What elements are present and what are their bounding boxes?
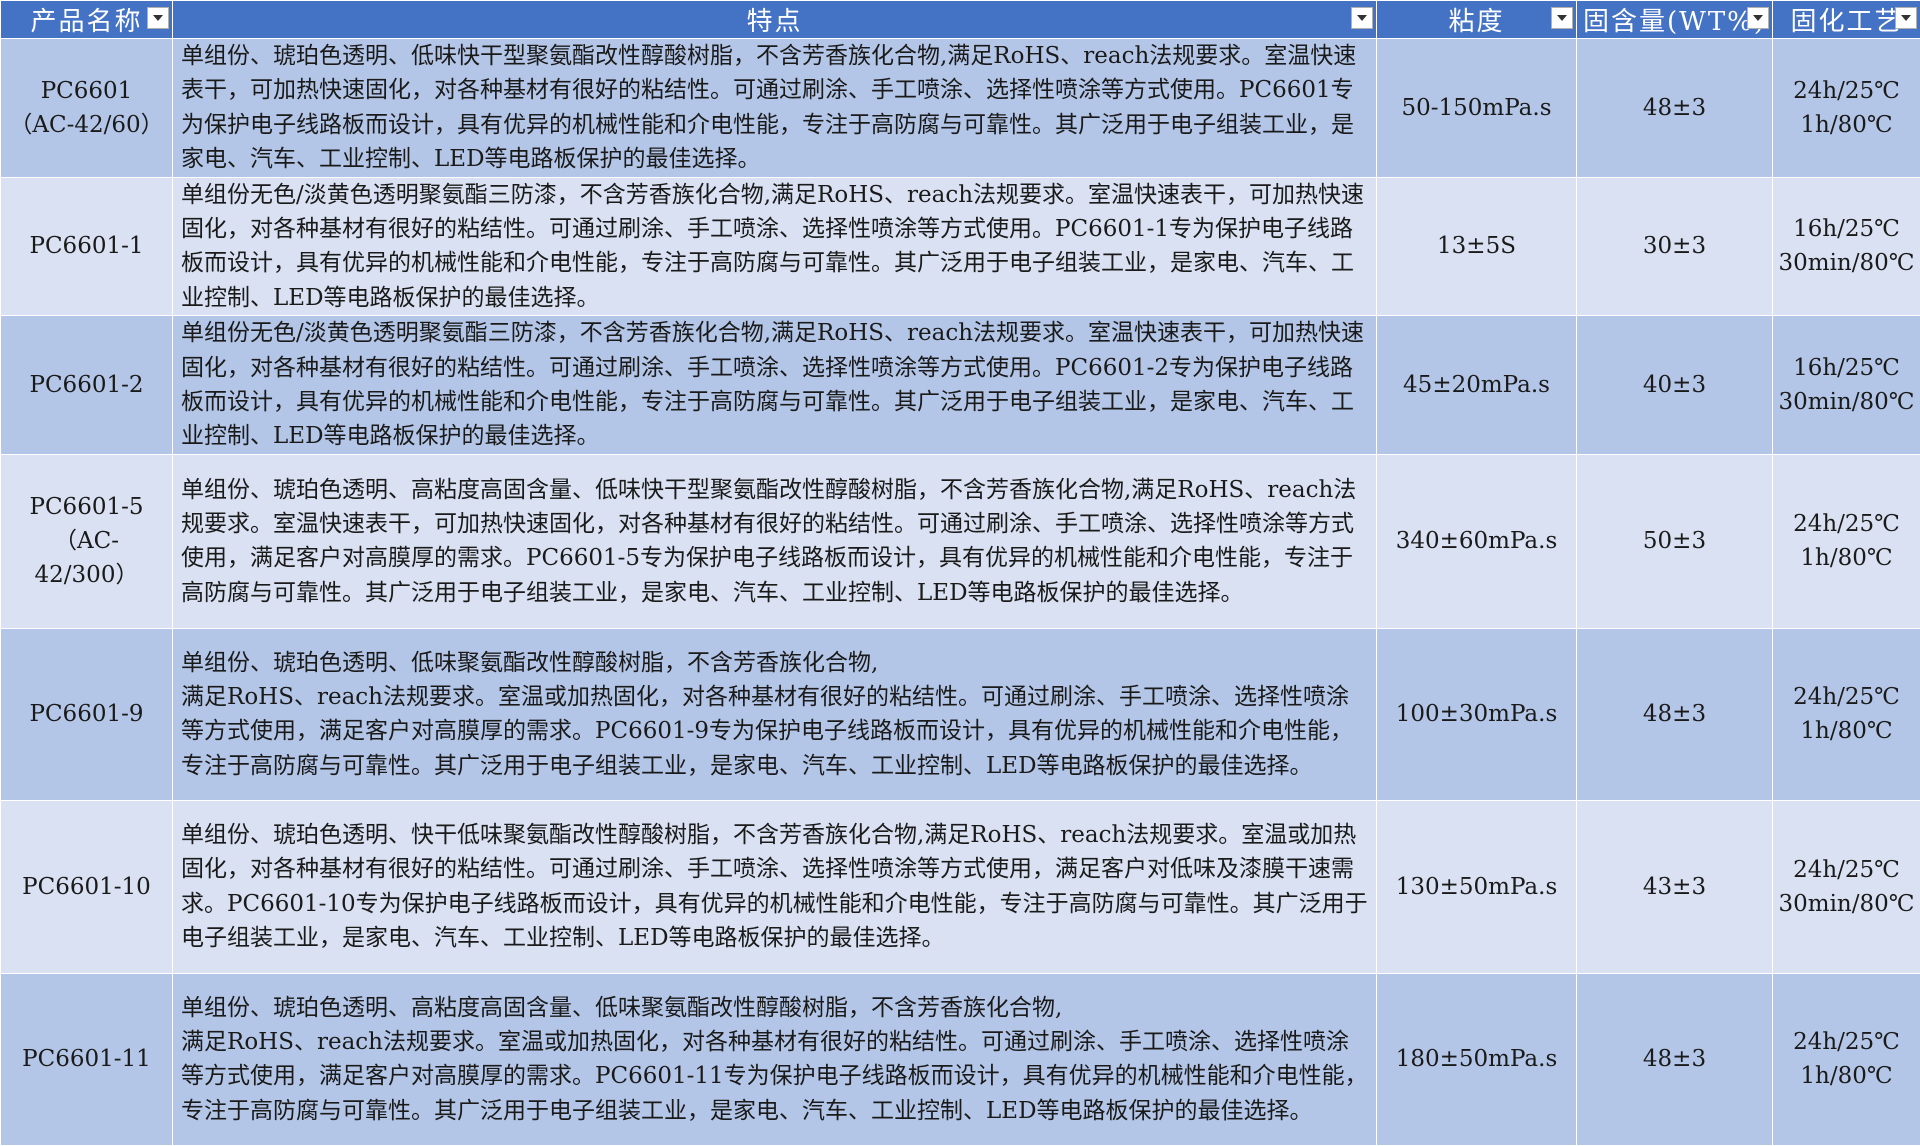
features-cell[interactable]: 单组份、琥珀色透明、高粘度高固含量、低味聚氨酯改性醇酸树脂，不含芳香族化合物, … [173, 973, 1377, 1145]
header-row: 产品名称 特点 粘度 固含量(WT%) [1, 1, 1920, 39]
product-name-cell[interactable]: PC6601 （AC-42/60） [1, 39, 173, 178]
viscosity-cell[interactable]: 100±30mPa.s [1377, 628, 1577, 800]
solid-content-cell[interactable]: 30±3 [1577, 177, 1773, 316]
viscosity-cell[interactable]: 50-150mPa.s [1377, 39, 1577, 178]
product-name-cell[interactable]: PC6601-2 [1, 316, 173, 455]
header-curing-process-label: 固化工艺 [1790, 7, 1902, 37]
features-cell[interactable]: 单组份、琥珀色透明、低味聚氨酯改性醇酸树脂，不含芳香族化合物, 满足RoHS、r… [173, 628, 1377, 800]
filter-dropdown-icon[interactable] [147, 7, 169, 29]
viscosity-cell[interactable]: 130±50mPa.s [1377, 800, 1577, 973]
header-features-label: 特点 [746, 7, 802, 37]
viscosity-cell[interactable]: 45±20mPa.s [1377, 316, 1577, 455]
features-cell[interactable]: 单组份、琥珀色透明、低味快干型聚氨酯改性醇酸树脂，不含芳香族化合物,满足RoHS… [173, 39, 1377, 178]
filter-dropdown-icon[interactable] [1895, 7, 1917, 29]
header-product-name: 产品名称 [1, 1, 173, 39]
viscosity-cell[interactable]: 180±50mPa.s [1377, 973, 1577, 1145]
curing-cell[interactable]: 24h/25℃ 1h/80℃ [1773, 454, 1920, 628]
features-cell[interactable]: 单组份无色/淡黄色透明聚氨酯三防漆，不含芳香族化合物,满足RoHS、reach法… [173, 316, 1377, 455]
table-row[interactable]: PC6601-5 （AC- 42/300） 单组份、琥珀色透明、高粘度高固含量、… [1, 454, 1920, 628]
features-cell[interactable]: 单组份、琥珀色透明、高粘度高固含量、低味快干型聚氨酯改性醇酸树脂，不含芳香族化合… [173, 454, 1377, 628]
table-row[interactable]: PC6601-1 单组份无色/淡黄色透明聚氨酯三防漆，不含芳香族化合物,满足Ro… [1, 177, 1920, 316]
header-solid-content-label: 固含量(WT%) [1583, 7, 1766, 37]
curing-cell[interactable]: 24h/25℃ 30min/80℃ [1773, 800, 1920, 973]
curing-cell[interactable]: 24h/25℃ 1h/80℃ [1773, 39, 1920, 178]
curing-cell[interactable]: 24h/25℃ 1h/80℃ [1773, 973, 1920, 1145]
header-features: 特点 [173, 1, 1377, 39]
filter-dropdown-icon[interactable] [1351, 7, 1373, 29]
solid-content-cell[interactable]: 48±3 [1577, 628, 1773, 800]
table-row[interactable]: PC6601-11 单组份、琥珀色透明、高粘度高固含量、低味聚氨酯改性醇酸树脂，… [1, 973, 1920, 1145]
features-cell[interactable]: 单组份、琥珀色透明、快干低味聚氨酯改性醇酸树脂，不含芳香族化合物,满足RoHS、… [173, 800, 1377, 973]
solid-content-cell[interactable]: 43±3 [1577, 800, 1773, 973]
table-row[interactable]: PC6601 （AC-42/60） 单组份、琥珀色透明、低味快干型聚氨酯改性醇酸… [1, 39, 1920, 178]
product-name-cell[interactable]: PC6601-9 [1, 628, 173, 800]
viscosity-cell[interactable]: 340±60mPa.s [1377, 454, 1577, 628]
product-table: 产品名称 特点 粘度 固含量(WT%) [0, 0, 1920, 1146]
filter-dropdown-icon[interactable] [1551, 7, 1573, 29]
table-row[interactable]: PC6601-9 单组份、琥珀色透明、低味聚氨酯改性醇酸树脂，不含芳香族化合物,… [1, 628, 1920, 800]
filter-dropdown-icon[interactable] [1747, 7, 1769, 29]
header-solid-content: 固含量(WT%) [1577, 1, 1773, 39]
table-row[interactable]: PC6601-10 单组份、琥珀色透明、快干低味聚氨酯改性醇酸树脂，不含芳香族化… [1, 800, 1920, 973]
table-row[interactable]: PC6601-2 单组份无色/淡黄色透明聚氨酯三防漆，不含芳香族化合物,满足Ro… [1, 316, 1920, 455]
product-name-cell[interactable]: PC6601-5 （AC- 42/300） [1, 454, 173, 628]
curing-cell[interactable]: 16h/25℃ 30min/80℃ [1773, 316, 1920, 455]
curing-cell[interactable]: 16h/25℃ 30min/80℃ [1773, 177, 1920, 316]
header-product-name-label: 产品名称 [30, 7, 142, 37]
solid-content-cell[interactable]: 50±3 [1577, 454, 1773, 628]
header-viscosity: 粘度 [1377, 1, 1577, 39]
features-cell[interactable]: 单组份无色/淡黄色透明聚氨酯三防漆，不含芳香族化合物,满足RoHS、reach法… [173, 177, 1377, 316]
product-name-cell[interactable]: PC6601-1 [1, 177, 173, 316]
solid-content-cell[interactable]: 48±3 [1577, 973, 1773, 1145]
product-name-cell[interactable]: PC6601-10 [1, 800, 173, 973]
curing-cell[interactable]: 24h/25℃ 1h/80℃ [1773, 628, 1920, 800]
viscosity-cell[interactable]: 13±5S [1377, 177, 1577, 316]
header-curing-process: 固化工艺 [1773, 1, 1920, 39]
solid-content-cell[interactable]: 48±3 [1577, 39, 1773, 178]
header-viscosity-label: 粘度 [1448, 7, 1504, 37]
product-name-cell[interactable]: PC6601-11 [1, 973, 173, 1145]
solid-content-cell[interactable]: 40±3 [1577, 316, 1773, 455]
